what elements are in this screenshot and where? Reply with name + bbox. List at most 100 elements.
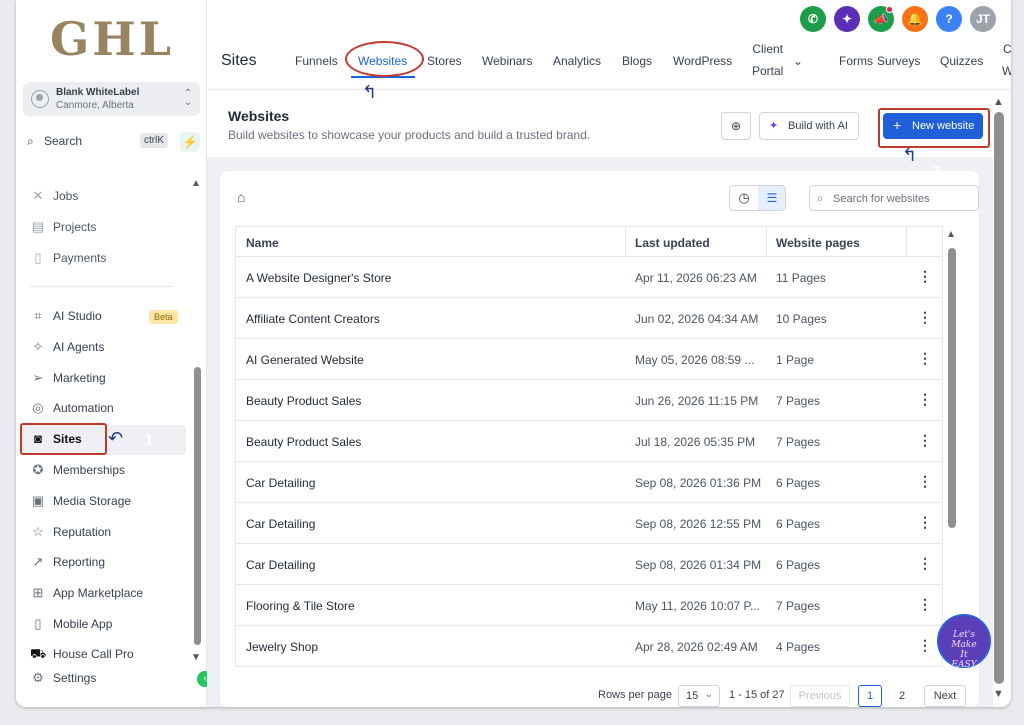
table-row[interactable]: AI Generated Website May 05, 2026 08:59 .…: [235, 339, 943, 380]
row-pages: 10 Pages: [776, 312, 827, 326]
rows-per-page-select[interactable]: 15 ⌄: [678, 685, 720, 707]
sidebar-item-media-storage[interactable]: ▣ Media Storage: [30, 490, 190, 512]
more-options-icon[interactable]: ⋮: [918, 596, 932, 613]
page-scroll-down-icon[interactable]: ▼: [993, 688, 1004, 700]
sidebar-item-automation[interactable]: ◎ Automation: [30, 397, 190, 419]
tab-forms[interactable]: Forms: [839, 54, 873, 68]
arrow-up-icon: ↰: [902, 145, 918, 165]
lets-make-it-easy-logo: Let's Make It EASY: [937, 614, 991, 670]
build-with-ai-button[interactable]: ✦ Build with AI: [759, 112, 859, 140]
more-options-icon[interactable]: ⋮: [918, 391, 932, 408]
more-options-icon[interactable]: ⋮: [918, 473, 932, 490]
row-name: AI Generated Website: [246, 353, 364, 367]
more-options-icon[interactable]: ⋮: [918, 309, 932, 326]
tab-quizzes[interactable]: Quizzes: [940, 54, 983, 68]
more-options-icon[interactable]: ⋮: [918, 637, 932, 654]
sidebar-search[interactable]: ⌕ Search ctrlK: [23, 130, 173, 152]
sidebar-item-payments[interactable]: ▯ Payments: [30, 247, 190, 269]
sidebar: GHL Blank WhiteLabel Canmore, Alberta ⌃ ⌄…: [16, 0, 207, 707]
page-1-button[interactable]: 1: [858, 685, 882, 707]
table-row[interactable]: A Website Designer's Store Apr 11, 2026 0…: [235, 257, 943, 298]
sidebar-item-projects[interactable]: ▤ Projects: [30, 216, 190, 238]
quick-action-bolt-icon[interactable]: ⚡: [180, 132, 200, 152]
page-scrollbar[interactable]: [994, 112, 1004, 684]
page-scroll-up-icon[interactable]: ▲: [993, 96, 1004, 108]
send-icon: ➢: [32, 370, 44, 385]
sidebar-item-app-marketplace[interactable]: ⊞ App Marketplace: [30, 582, 190, 604]
table-scrollbar[interactable]: [948, 248, 956, 528]
row-updated: Jun 26, 2026 11:15 PM: [635, 394, 759, 408]
column-header-website-pages[interactable]: Website pages: [776, 236, 860, 250]
brand-logo[interactable]: GHL: [50, 12, 174, 66]
list-icon[interactable]: ☰: [758, 186, 785, 210]
tab-wordpress[interactable]: WordPress: [673, 54, 732, 68]
column-header-last-updated[interactable]: Last updated: [635, 236, 710, 250]
tab-funnels[interactable]: Funnels: [295, 54, 338, 68]
table-row[interactable]: Car Detailing Sep 08, 2026 01:34 PM 6 Page…: [235, 544, 943, 585]
sidebar-item-ai-agents[interactable]: ✧ AI Agents: [30, 336, 190, 358]
table-row[interactable]: Flooring & Tile Store May 11, 2026 10:07 …: [235, 585, 943, 626]
sidebar-scrollbar[interactable]: [194, 367, 201, 645]
more-options-icon[interactable]: ⋮: [918, 350, 932, 367]
more-options-icon[interactable]: ⋮: [918, 268, 932, 285]
page-2-button[interactable]: 2: [890, 685, 914, 707]
sidebar-item-jobs[interactable]: ✕ Jobs: [30, 185, 190, 207]
clock-icon[interactable]: ◷: [730, 186, 758, 210]
account-switcher[interactable]: Blank WhiteLabel Canmore, Alberta ⌃ ⌄: [23, 82, 200, 116]
more-options-icon[interactable]: ⋮: [918, 432, 932, 449]
sidebar-item-house-call-pro[interactable]: ⛟ House Call Pro: [30, 643, 190, 665]
annotation-step-1: 1: [139, 430, 159, 450]
sidebar-item-label: AI Agents: [53, 340, 105, 354]
sidebar-item-label: House Call Pro: [53, 647, 134, 661]
sidebar-item-marketing[interactable]: ➢ Marketing: [30, 367, 190, 389]
sidebar-item-label: AI Studio: [53, 309, 102, 323]
folder-plus-icon: ⊕: [730, 119, 742, 133]
briefcase-icon: ✕: [32, 188, 44, 203]
tab-webinars[interactable]: Webinars: [482, 54, 532, 68]
sidebar-item-settings[interactable]: ⚙ Settings: [30, 667, 190, 689]
table-row[interactable]: Jewelry Shop Apr 28, 2026 02:49 AM 4 Pages…: [235, 626, 943, 667]
table-row[interactable]: Car Detailing Sep 08, 2026 01:36 PM 6 Page…: [235, 462, 943, 503]
tab-client-portal[interactable]: Client Portal: [752, 38, 783, 82]
account-name: Blank WhiteLabel: [56, 87, 140, 98]
tab-surveys[interactable]: Surveys: [877, 54, 920, 68]
column-divider: [625, 227, 626, 257]
home-icon[interactable]: ⌂: [237, 189, 245, 205]
sidebar-scroll-down-icon[interactable]: ▼: [191, 652, 201, 663]
table-row[interactable]: Beauty Product Sales Jun 26, 2026 11:15 P…: [235, 380, 943, 421]
more-options-icon[interactable]: ⋮: [918, 555, 932, 572]
sidebar-item-reporting[interactable]: ↗ Reporting: [30, 551, 190, 573]
table-scroll-up-icon[interactable]: ▲: [946, 229, 956, 240]
table-row[interactable]: Affiliate Content Creators Jun 02, 2026 0…: [235, 298, 943, 339]
button-label: Build with AI: [788, 120, 848, 132]
ai-sparkle-icon[interactable]: ✦: [834, 6, 860, 32]
tab-stores[interactable]: Stores: [427, 54, 462, 68]
bell-icon[interactable]: 🔔: [902, 6, 928, 32]
sidebar-item-label: Reputation: [53, 525, 112, 539]
more-options-icon[interactable]: ⋮: [918, 514, 932, 531]
website-search-input[interactable]: ⌕ Search for websites: [809, 185, 979, 211]
sidebar-item-reputation[interactable]: ☆ Reputation: [30, 521, 190, 543]
table-row[interactable]: Beauty Product Sales Jul 18, 2026 05:35 P…: [235, 421, 943, 462]
tab-chat-widget[interactable]: Chat Widg: [1002, 38, 1011, 82]
table-row[interactable]: Car Detailing Sep 08, 2026 12:55 PM 6 Page…: [235, 503, 943, 544]
new-folder-button[interactable]: ⊕: [721, 112, 751, 140]
tab-analytics[interactable]: Analytics: [553, 54, 601, 68]
previous-page-button[interactable]: Previous: [790, 685, 850, 707]
next-page-button[interactable]: Next: [924, 685, 966, 707]
column-header-name[interactable]: Name: [246, 236, 279, 250]
chevron-down-icon[interactable]: ⌄: [793, 54, 803, 68]
row-name: A Website Designer's Store: [246, 271, 392, 285]
sidebar-item-memberships[interactable]: ✪ Memberships: [30, 459, 190, 481]
sidebar-scroll-up-icon[interactable]: ▲: [191, 178, 201, 189]
play-circle-icon: ◎: [32, 400, 44, 415]
sidebar-item-mobile-app[interactable]: ▯ Mobile App: [30, 613, 190, 635]
account-avatar-icon: [31, 90, 49, 108]
help-icon[interactable]: ?: [936, 6, 962, 32]
rows-per-page-value: 15: [686, 690, 699, 702]
account-location: Canmore, Alberta: [56, 100, 134, 111]
tab-blogs[interactable]: Blogs: [622, 54, 652, 68]
user-avatar[interactable]: JT: [970, 6, 996, 32]
phone-call-icon[interactable]: ✆: [800, 6, 826, 32]
megaphone-icon[interactable]: 📣: [868, 6, 894, 32]
